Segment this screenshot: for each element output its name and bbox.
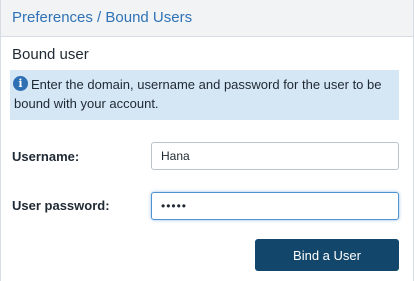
username-label: Username: xyxy=(12,149,80,164)
info-message-text: Enter the domain, username and password … xyxy=(14,77,382,111)
info-message: i Enter the domain, username and passwor… xyxy=(10,70,399,120)
password-input[interactable] xyxy=(151,192,399,220)
page-title: Preferences / Bound Users xyxy=(12,9,193,26)
bound-users-panel: Preferences / Bound Users Bound user i E… xyxy=(0,0,414,281)
page-header: Preferences / Bound Users xyxy=(1,0,413,37)
section-title: Bound user xyxy=(12,46,89,63)
bind-user-button[interactable]: Bind a User xyxy=(255,239,399,271)
username-input[interactable] xyxy=(151,142,399,170)
password-label: User password: xyxy=(12,198,110,213)
